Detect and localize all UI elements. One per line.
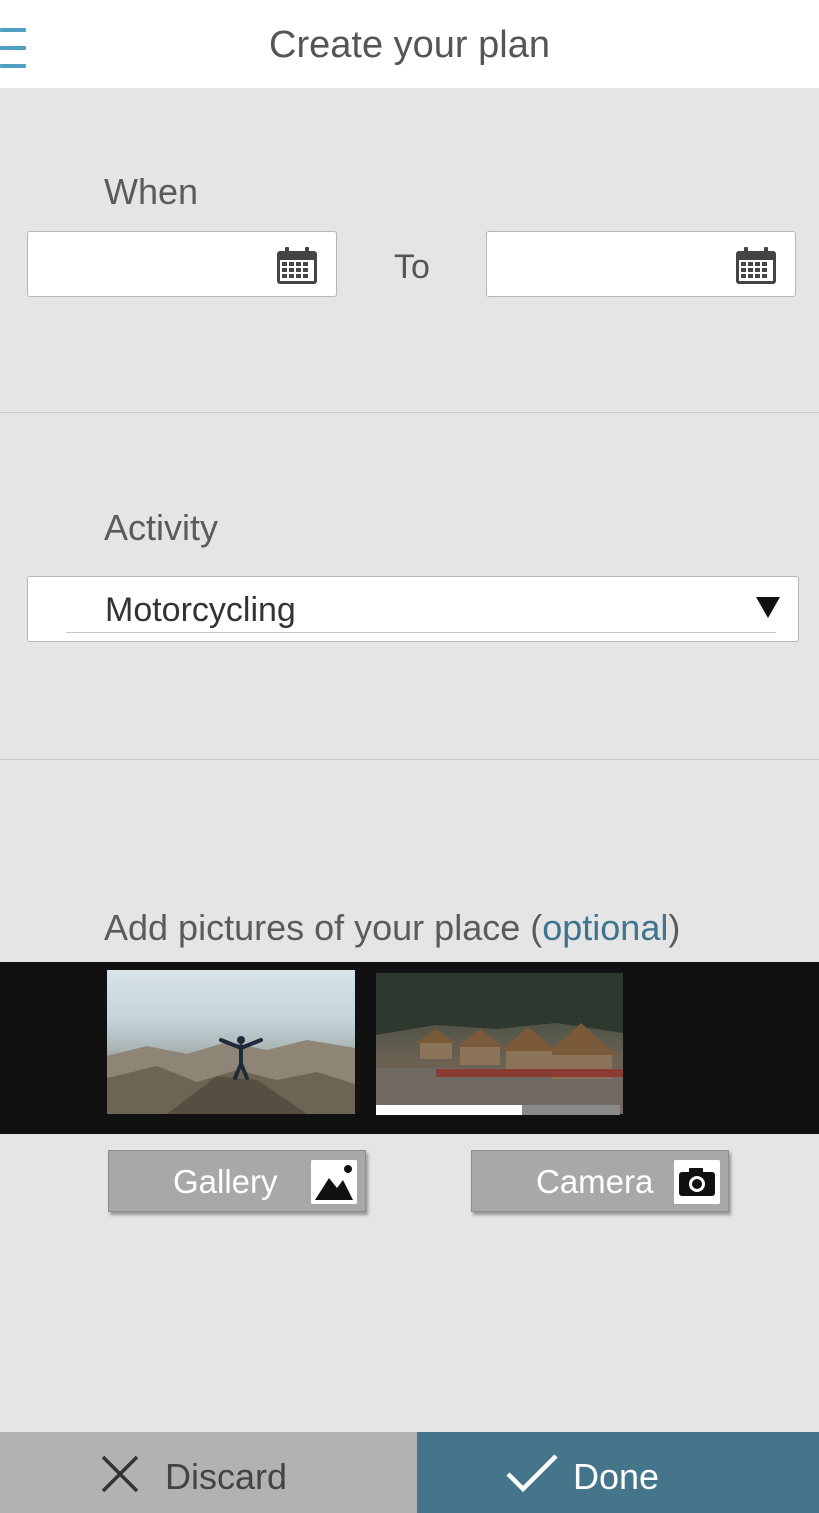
calendar-icon[interactable] bbox=[276, 247, 318, 285]
upload-progress-fill bbox=[376, 1105, 523, 1115]
calendar-icon[interactable] bbox=[735, 247, 777, 285]
camera-button-label: Camera bbox=[536, 1163, 654, 1200]
close-icon bbox=[101, 1455, 139, 1493]
start-date-field[interactable] bbox=[27, 231, 337, 297]
section-divider bbox=[0, 759, 819, 760]
top-bar: Create your plan bbox=[0, 0, 819, 88]
photo-thumbnail[interactable] bbox=[107, 970, 355, 1114]
pictures-label-main: Add pictures of your place ( bbox=[104, 907, 543, 948]
photo-thumbnail[interactable] bbox=[376, 973, 623, 1114]
discard-button[interactable]: Discard bbox=[0, 1432, 417, 1513]
done-button[interactable]: Done bbox=[417, 1432, 819, 1513]
bottom-action-bar: Discard Done bbox=[0, 1432, 819, 1513]
checkmark-icon bbox=[506, 1454, 558, 1493]
select-underline bbox=[66, 632, 776, 633]
image-icon bbox=[311, 1160, 357, 1204]
page-title: Create your plan bbox=[269, 24, 550, 66]
pictures-label: Add pictures of your place (optional) bbox=[104, 907, 680, 949]
dropdown-arrow-icon[interactable] bbox=[756, 597, 780, 618]
photo-strip[interactable] bbox=[0, 962, 819, 1134]
activity-select[interactable]: Motorcycling bbox=[27, 576, 799, 642]
to-label: To bbox=[394, 248, 430, 286]
done-label: Done bbox=[573, 1456, 660, 1497]
upload-progress-bar bbox=[376, 1105, 620, 1115]
section-divider bbox=[0, 412, 819, 413]
activity-selected-value: Motorcycling bbox=[105, 591, 296, 629]
gallery-button[interactable]: Gallery bbox=[108, 1150, 366, 1212]
gallery-button-label: Gallery bbox=[173, 1163, 278, 1200]
optional-text: optional bbox=[542, 907, 669, 948]
camera-button[interactable]: Camera bbox=[471, 1150, 729, 1212]
camera-icon bbox=[674, 1160, 720, 1204]
end-date-field[interactable] bbox=[486, 231, 796, 297]
activity-label: Activity bbox=[104, 507, 219, 548]
when-label: When bbox=[104, 171, 199, 212]
discard-label: Discard bbox=[165, 1456, 288, 1497]
pictures-label-close: ) bbox=[668, 907, 681, 948]
